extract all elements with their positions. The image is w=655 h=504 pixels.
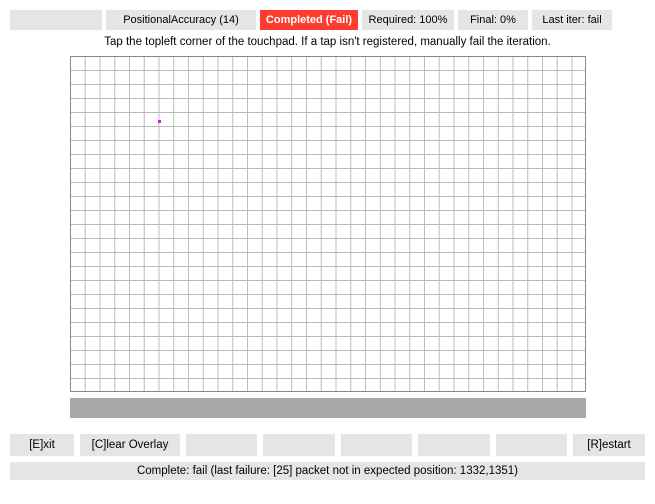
status-chip: Completed (Fail) bbox=[260, 10, 358, 30]
clear-overlay-button[interactable]: [C]lear Overlay bbox=[80, 434, 180, 456]
exit-button[interactable]: [E]xit bbox=[10, 434, 74, 456]
top-chip-blank-1 bbox=[10, 10, 102, 30]
instruction-text: Tap the topleft corner of the touchpad. … bbox=[10, 36, 645, 48]
bottom-blank-2 bbox=[263, 434, 334, 456]
bottom-blank-3 bbox=[341, 434, 412, 456]
bottom-blank-4 bbox=[418, 434, 489, 456]
top-status-strip: PositionalAccuracy (14) Completed (Fail)… bbox=[10, 10, 645, 30]
restart-button[interactable]: [R]estart bbox=[573, 434, 645, 456]
bottom-button-strip: [E]xit [C]lear Overlay [R]estart bbox=[10, 434, 645, 456]
test-name-chip: PositionalAccuracy (14) bbox=[106, 10, 256, 30]
touchpad-grid[interactable] bbox=[70, 56, 586, 392]
last-iter-chip: Last iter: fail bbox=[532, 10, 612, 30]
grid-status-bar bbox=[70, 398, 586, 418]
bottom-blank-5 bbox=[496, 434, 567, 456]
tap-marker bbox=[158, 120, 161, 123]
status-line: Complete: fail (last failure: [25] packe… bbox=[10, 462, 645, 480]
final-chip: Final: 0% bbox=[458, 10, 528, 30]
required-chip: Required: 100% bbox=[362, 10, 454, 30]
bottom-blank-1 bbox=[186, 434, 257, 456]
